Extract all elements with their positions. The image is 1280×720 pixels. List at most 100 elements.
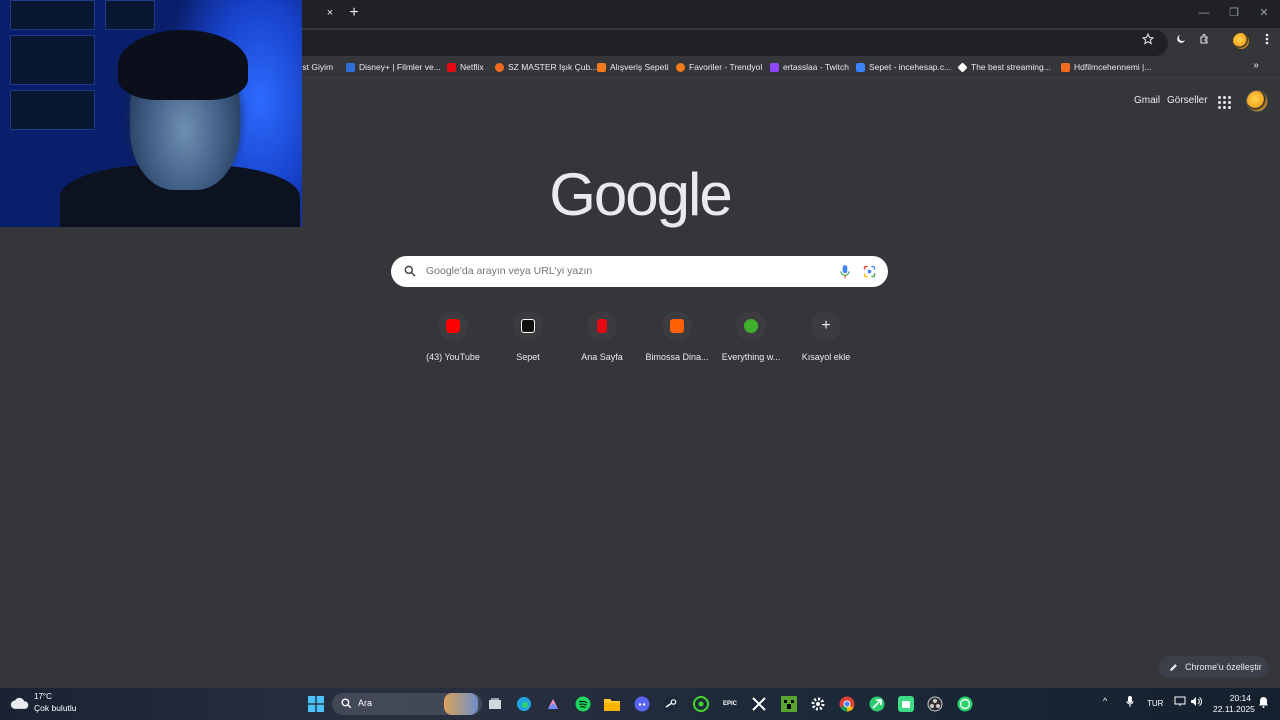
dark-mode-extension-icon[interactable] <box>1171 30 1191 52</box>
sepet-icon <box>521 319 535 333</box>
images-link[interactable]: Görseller <box>1167 95 1208 106</box>
profile-avatar-icon[interactable] <box>1233 33 1249 49</box>
shortcut-label: Everything w... <box>721 352 781 362</box>
shortcut-ana-sayfa[interactable]: Ana Sayfa <box>566 310 638 370</box>
razer-icon[interactable] <box>690 693 712 715</box>
disney-icon <box>346 62 355 72</box>
bookmark-item[interactable]: Netflix <box>447 59 484 75</box>
file-explorer-icon[interactable] <box>601 693 623 715</box>
language-indicator[interactable]: TUR <box>1147 699 1163 708</box>
menu-kebab-icon[interactable] <box>1257 30 1277 52</box>
search-highlight-icon[interactable] <box>444 693 478 715</box>
bookmark-label: SZ MASTER Işık Çub... <box>508 62 598 72</box>
restore-icon[interactable]: ❐ <box>1224 4 1244 22</box>
search-icon <box>341 698 352 709</box>
bookmark-item[interactable]: Hdfilmcehennemi |... <box>1061 59 1151 75</box>
minecraft-icon[interactable] <box>778 693 800 715</box>
shortcut-icon-bg <box>438 311 468 341</box>
volume-icon[interactable] <box>1190 696 1202 709</box>
customize-chrome-button[interactable]: Chrome'u özelleştir <box>1159 656 1268 678</box>
windows-taskbar: 17°C Çok bulutlu Ara EPIC ^ TUR 20:14 22… <box>0 688 1280 720</box>
shortcut-youtube[interactable]: (43) YouTube <box>417 310 489 370</box>
youtube-icon <box>446 319 460 333</box>
edge-browser-icon[interactable] <box>513 693 535 715</box>
shortcut-sepet[interactable]: Sepet <box>492 310 564 370</box>
steam-icon[interactable] <box>660 693 682 715</box>
bookmark-star-icon[interactable] <box>1138 30 1158 52</box>
microphone-tray-icon[interactable] <box>1126 696 1134 709</box>
new-tab-button[interactable]: + <box>345 3 363 23</box>
minimize-icon[interactable]: — <box>1194 4 1214 22</box>
pencil-icon <box>1170 664 1177 671</box>
chrome-icon[interactable] <box>836 693 858 715</box>
add-shortcut-button[interactable]: + Kısayol ekle <box>790 310 862 370</box>
bookmark-item[interactable]: SZ MASTER Işık Çub... <box>495 59 597 75</box>
trendyol-icon <box>676 62 685 72</box>
shortcut-label: Kısayol ekle <box>801 352 851 362</box>
bookmark-item[interactable]: Disney+ | Filmler ve... <box>346 59 441 75</box>
clock-date[interactable]: 22.11.2025 <box>1213 704 1255 714</box>
bookmark-label: Favoriler - Trendyol <box>689 62 763 72</box>
shortcut-label: Ana Sayfa <box>581 352 623 362</box>
shortcut-icon-bg <box>662 311 692 341</box>
clock-time[interactable]: 20:14 <box>1229 693 1251 703</box>
whatsapp-icon[interactable] <box>954 693 976 715</box>
tab-close-icon[interactable]: × <box>322 5 338 21</box>
gmail-link[interactable]: Gmail <box>1134 95 1160 106</box>
epic-games-icon[interactable]: EPIC <box>719 693 741 715</box>
shortcut-bimossa[interactable]: Bimossa Dina... <box>641 310 713 370</box>
copilot-icon[interactable] <box>542 693 564 715</box>
hepsiburada-icon <box>670 319 684 333</box>
tray-chevron-icon[interactable]: ^ <box>1103 696 1107 706</box>
person-hair <box>118 30 248 100</box>
search-input[interactable] <box>426 256 826 287</box>
search-box[interactable] <box>391 256 888 287</box>
weather-description[interactable]: Çok bulutlu <box>34 703 77 713</box>
discord-icon[interactable] <box>631 693 653 715</box>
bookmark-label: The best streaming... <box>971 62 1051 72</box>
windows-start-icon[interactable] <box>305 693 327 715</box>
bookmark-item[interactable]: İst Giyim <box>300 59 333 75</box>
account-avatar[interactable] <box>1246 90 1268 112</box>
shortcut-icon-bg <box>736 311 766 341</box>
bookmark-item[interactable]: Alışveriş Sepeti <box>597 59 669 75</box>
close-window-icon[interactable]: ✕ <box>1254 4 1274 22</box>
shortcut-everything[interactable]: Everything w... <box>715 310 787 370</box>
settings-gear-icon[interactable] <box>807 693 829 715</box>
bookmark-item[interactable]: Favoriler - Trendyol <box>676 59 762 75</box>
android-app-icon[interactable] <box>895 693 917 715</box>
x-app-icon[interactable] <box>748 693 770 715</box>
bookmark-label: Disney+ | Filmler ve... <box>359 62 441 72</box>
network-icon[interactable] <box>1174 696 1186 709</box>
spotify-icon[interactable] <box>572 693 594 715</box>
bookmark-item[interactable]: The best streaming... <box>957 59 1051 75</box>
extensions-puzzle-icon[interactable] <box>1195 30 1215 52</box>
google-apps-icon[interactable] <box>1216 94 1232 110</box>
task-view-icon[interactable] <box>484 693 506 715</box>
shortcut-label: Bimossa Dina... <box>645 352 709 362</box>
search-label: Ara <box>358 698 373 708</box>
store-icon <box>495 62 504 72</box>
shelf <box>10 90 95 130</box>
netflix-icon <box>597 319 607 333</box>
search-icon <box>404 265 416 277</box>
weather-temperature[interactable]: 17°C <box>34 692 52 701</box>
obs-icon[interactable] <box>924 693 946 715</box>
shortcut-icon-bg <box>587 311 617 341</box>
bookmark-label: Hdfilmcehennemi |... <box>1074 62 1152 72</box>
film-icon <box>1061 62 1070 72</box>
bookmark-label: Sepet - incehesap.c... <box>869 62 952 72</box>
twitch-icon <box>770 62 779 72</box>
bookmark-item[interactable]: Sepet - incehesap.c... <box>856 59 951 75</box>
bookmark-item[interactable]: ertasslaa - Twitch <box>770 59 849 75</box>
cloud-weather-icon[interactable] <box>10 694 30 712</box>
notification-bell-icon[interactable] <box>1258 696 1269 710</box>
diamond-icon <box>957 61 968 73</box>
bookmarks-overflow-icon[interactable]: » <box>1249 58 1263 74</box>
microphone-icon[interactable] <box>838 264 852 280</box>
vpn-arrow-icon[interactable] <box>866 693 888 715</box>
cart-icon <box>597 62 606 72</box>
bookmark-label: İst Giyim <box>300 62 334 72</box>
shortcut-icon-bg: + <box>811 311 841 341</box>
google-lens-icon[interactable] <box>862 264 877 279</box>
